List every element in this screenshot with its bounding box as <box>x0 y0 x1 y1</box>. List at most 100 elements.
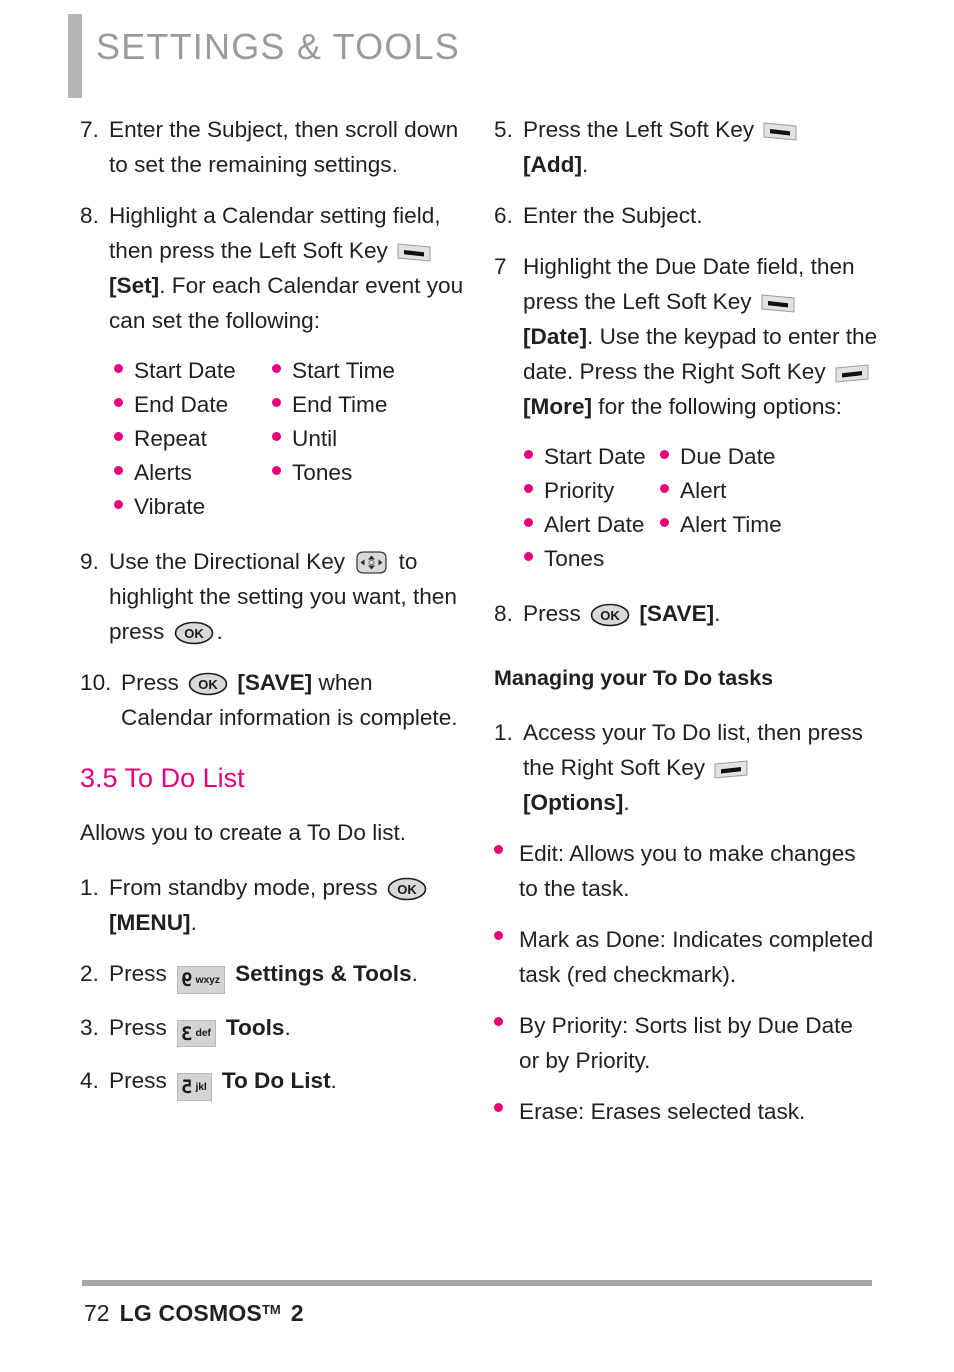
option-bullet-item: By Priority: Sorts list by Due Date or b… <box>494 1008 878 1078</box>
list-item: Start Time <box>272 354 452 388</box>
list-item: Alert <box>660 474 840 508</box>
step-text: Highlight a Calendar setting field, then… <box>109 198 464 338</box>
step-text-bold: To Do List <box>221 1068 331 1094</box>
step-text-part: . <box>581 152 589 177</box>
keypad-key-3-icon: 3 def <box>177 1019 216 1048</box>
step-number: 3. <box>80 1014 99 1040</box>
subsection-heading: Managing your To Do tasks <box>494 666 774 690</box>
list-item: Tones <box>272 456 452 490</box>
step-text: Enter the Subject. <box>523 203 703 228</box>
svg-text:OK: OK <box>600 608 620 623</box>
step-number: 1. <box>80 875 99 900</box>
list-item-label: Tones <box>292 460 353 485</box>
step-item: 7. Enter the Subject, then scroll down t… <box>80 112 464 182</box>
step-item: 4. Press 5 jkl To Do List. <box>80 1063 464 1101</box>
step-text: Enter the Subject, then scroll down to s… <box>109 117 459 177</box>
svg-text:OK: OK <box>397 882 417 897</box>
step-item: 5. Press the Left Soft Key [Add]. <box>494 112 878 182</box>
step-text: Highlight the Due Date field, then press… <box>523 249 878 424</box>
list-item: Alert Date <box>524 508 660 542</box>
step-text-part: Highlight the Due Date field, then press… <box>523 254 855 314</box>
step-text: Use the Directional Key to highlight the… <box>109 544 464 649</box>
calendar-options-column-1: Start Date End Date Repeat Alerts Vibrat… <box>80 354 272 524</box>
left-soft-key-icon <box>397 243 431 262</box>
page-number: 72 <box>84 1300 110 1326</box>
step-number: 2. <box>80 961 99 986</box>
option-bullet-text: By Priority: Sorts list by Due Date or b… <box>519 1013 853 1073</box>
footer-content: 72 LG COSMOSTM 2 <box>84 1300 304 1327</box>
option-bullet-item: Erase: Erases selected task. <box>494 1094 878 1129</box>
trademark-symbol: TM <box>261 1302 281 1317</box>
step-item: 1. Access your To Do list, then press th… <box>494 715 878 820</box>
step-text-part: From standby mode, press <box>109 875 384 900</box>
step-number: 10. <box>80 670 112 695</box>
step-number: 9. <box>80 549 99 574</box>
bullet-dot-icon <box>494 1103 503 1112</box>
right-soft-key-icon <box>714 760 748 779</box>
ok-key-icon: OK <box>174 621 213 645</box>
svg-text:OK: OK <box>184 626 204 641</box>
right-text-column: 5. Press the Left Soft Key [Add]. 6. Ent… <box>494 112 878 1145</box>
keypad-digit: 3 <box>181 1022 193 1045</box>
list-item-label: Alert <box>680 478 727 503</box>
ok-key-icon: OK <box>387 877 427 901</box>
step-text-part: . <box>411 961 418 986</box>
step-text: Press 9 wxyz Settings & Tools. <box>109 956 464 994</box>
list-item-label: Tones <box>544 546 605 571</box>
step-item: 8. Highlight a Calendar setting field, t… <box>80 198 464 338</box>
keypad-key-9-icon: 9 wxyz <box>177 966 225 994</box>
bullet-dot-icon <box>494 931 503 940</box>
list-item: End Time <box>272 388 452 422</box>
list-item: Priority <box>524 474 660 508</box>
bullet-dot-icon <box>114 398 123 407</box>
option-bullet-text: Mark as Done: Indicates completed task (… <box>519 927 874 987</box>
list-item-label: Start Date <box>544 444 646 469</box>
step-number: 8. <box>80 203 99 228</box>
option-bullet-text: Edit: Allows you to make changes to the … <box>519 841 856 901</box>
bullet-dot-icon <box>524 552 533 561</box>
keypad-digit: 5 <box>181 1076 193 1099</box>
section-intro-text: Allows you to create a To Do list. <box>80 820 407 845</box>
step-text: Press OK [SAVE]. <box>523 596 878 631</box>
list-item-label: Alerts <box>134 460 192 485</box>
list-item-label: Start Date <box>134 358 236 383</box>
step-number: 4. <box>80 1068 99 1094</box>
step-text-bold: Settings & Tools <box>235 961 412 986</box>
svg-text:OK: OK <box>198 677 218 692</box>
keypad-digit: 9 <box>181 969 193 992</box>
step-text-bold: Tools <box>225 1014 285 1040</box>
step-text-bold: [Options] <box>523 790 624 815</box>
page-header: SETTINGS & TOOLS <box>0 0 954 104</box>
bullet-dot-icon <box>524 450 533 459</box>
step-number: 7. <box>80 117 99 142</box>
step-text-part: . <box>190 910 197 935</box>
option-bullet-item: Edit: Allows you to make changes to the … <box>494 836 878 906</box>
keypad-letters: def <box>195 1027 211 1040</box>
todo-options-column-1: Start Date Priority Alert Date Tones <box>494 440 660 576</box>
list-item: Start Date <box>524 440 660 474</box>
option-bullet-item: Mark as Done: Indicates completed task (… <box>494 922 878 992</box>
step-item: 9. Use the Directional Key to highlight … <box>80 544 464 649</box>
step-text-part: Press the Left Soft Key <box>523 117 761 142</box>
step-text-part: Use the Directional Key <box>109 549 352 574</box>
step-number: 7 <box>494 254 507 279</box>
step-text-part: Press <box>109 961 174 986</box>
step-text-bold: [Add] <box>523 152 582 177</box>
step-text: Press OK [SAVE] when Calendar informatio… <box>121 665 464 735</box>
step-text: From standby mode, press OK [MENU]. <box>109 870 464 940</box>
step-text-part: . <box>714 601 721 626</box>
directional-key-icon <box>356 551 388 574</box>
list-item-label: End Time <box>292 392 388 417</box>
list-item: Alerts <box>114 456 272 490</box>
step-text-part: Press <box>109 1068 174 1094</box>
list-item: End Date <box>114 388 272 422</box>
list-item: Tones <box>524 542 660 576</box>
step-text-part: Highlight a Calendar setting field, then… <box>109 203 441 263</box>
bullet-dot-icon <box>660 484 669 493</box>
step-number: 5. <box>494 117 513 142</box>
step-text-bold: [Date] <box>523 324 588 349</box>
list-item: Repeat <box>114 422 272 456</box>
list-item-label: Repeat <box>134 426 207 451</box>
list-item-label: Start Time <box>292 358 395 383</box>
bullet-dot-icon <box>272 398 281 407</box>
